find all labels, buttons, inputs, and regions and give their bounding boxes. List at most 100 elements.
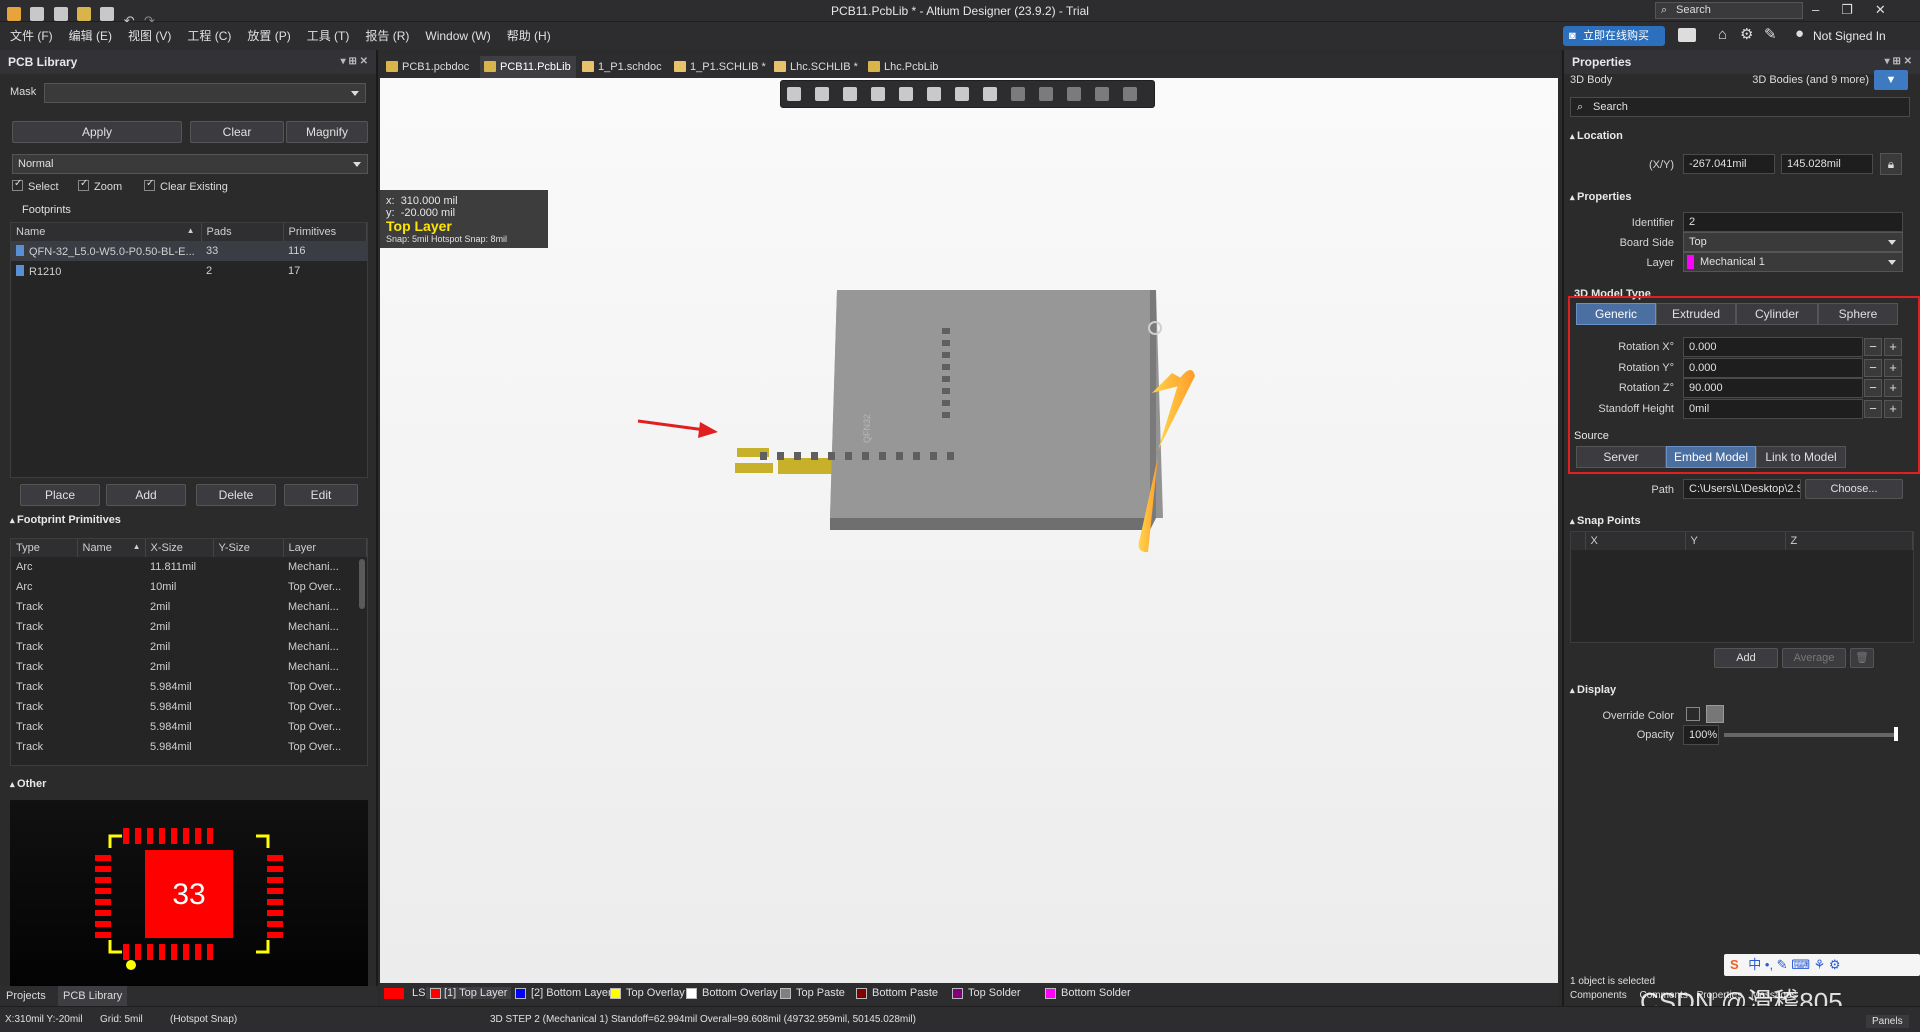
primitive-row[interactable]: Arc 10mil Top Over... xyxy=(11,577,367,597)
menu-item[interactable]: 文件 (F) xyxy=(2,22,61,50)
doc-tab-schdoc[interactable]: 1_P1.schdoc xyxy=(578,56,670,78)
footprint-row[interactable]: R1210 2 17 xyxy=(11,261,367,281)
magnify-button[interactable]: Magnify xyxy=(286,121,368,143)
location-section-title[interactable]: Location xyxy=(1570,130,1623,142)
restore-icon[interactable]: ❐ xyxy=(1841,2,1875,17)
object-filter-summary[interactable]: 3D Bodies (and 9 more) xyxy=(1744,74,1869,86)
menu-item[interactable]: 工程 (C) xyxy=(179,22,239,50)
layer-tab[interactable]: Top Overlay xyxy=(610,987,685,999)
minimize-icon[interactable]: – xyxy=(1812,2,1841,17)
snap-average-button[interactable]: Average xyxy=(1782,648,1846,668)
board-side-select[interactable]: Top xyxy=(1683,232,1903,252)
primitive-row[interactable]: Arc 11.811mil Mechani... xyxy=(11,557,367,577)
source-server[interactable]: Server xyxy=(1576,446,1666,468)
layer-tab[interactable]: LS xyxy=(384,987,425,999)
select-checkbox[interactable]: Select xyxy=(12,178,59,193)
primitive-row[interactable]: Track 2mil Mechani... xyxy=(11,637,367,657)
open-folder-icon[interactable] xyxy=(77,7,92,21)
primitive-row[interactable]: Track 5.984mil Top Over... xyxy=(11,737,367,757)
primitives-col-type[interactable]: Type xyxy=(11,539,78,557)
buy-online-button[interactable]: ◙ 立即在线购买 xyxy=(1563,26,1665,46)
primitives-col-ysize[interactable]: Y-Size xyxy=(213,539,284,557)
primitive-row[interactable]: Track 2mil Mechani... xyxy=(11,597,367,617)
close-icon[interactable]: ✕ xyxy=(1875,2,1908,17)
lock-icon[interactable]: 🔒︎ xyxy=(1880,153,1902,175)
ime-toolbar[interactable]: S 中 •, ✎ ⌨ ⚘ ⚙ xyxy=(1724,954,1920,976)
footprint-row[interactable]: QFN-32_L5.0-W5.0-P0.50-BL-E... 33 116 xyxy=(11,241,367,261)
doc-tab-pcb1[interactable]: PCB1.pcbdoc xyxy=(382,56,478,78)
delete-button[interactable]: Delete xyxy=(196,484,276,506)
identifier-input[interactable]: 2 xyxy=(1683,212,1903,232)
doc-tab-lhc-pcblib[interactable]: Lhc.PcbLib xyxy=(864,56,954,78)
source-embed-model[interactable]: Embed Model xyxy=(1666,446,1756,468)
override-color-swatch[interactable] xyxy=(1706,705,1724,723)
menu-item[interactable]: 编辑 (E) xyxy=(61,22,120,50)
layer-tab[interactable]: Bottom Solder xyxy=(1045,987,1131,999)
save-all-icon[interactable] xyxy=(53,7,68,21)
doc-tab-lhc-schlib[interactable]: Lhc.SCHLIB * xyxy=(770,56,862,78)
apply-button[interactable]: Apply xyxy=(12,121,182,143)
primitives-section-title[interactable]: Footprint Primitives xyxy=(0,510,378,530)
edit-button[interactable]: Edit xyxy=(284,484,358,506)
panel-menu-icon[interactable]: ▾ ⊞ ✕ xyxy=(341,50,368,74)
pcb-3d-canvas[interactable]: x: 310.000 mil y: -20.000 mil Top Layer … xyxy=(380,78,1558,983)
footprints-col-pads[interactable]: Pads xyxy=(201,223,284,241)
layer-tab[interactable]: Top Paste xyxy=(780,987,845,999)
sign-in-status[interactable]: Not Signed In xyxy=(1813,29,1886,43)
clear-existing-checkbox[interactable]: Clear Existing xyxy=(144,178,228,193)
layer-tab[interactable]: Bottom Paste xyxy=(856,987,938,999)
projects-tab[interactable]: Projects xyxy=(6,990,46,1002)
properties-search[interactable]: ⌕ Search xyxy=(1570,97,1910,117)
filter-icon[interactable]: ▼ xyxy=(1874,70,1908,90)
layer-tab[interactable]: Top Solder xyxy=(952,987,1021,999)
properties-section-title[interactable]: Properties xyxy=(1570,191,1631,203)
location-x-input[interactable]: -267.041mil xyxy=(1683,154,1775,174)
snap-add-button[interactable]: Add xyxy=(1714,648,1778,668)
display-title[interactable]: Display xyxy=(1570,684,1616,696)
doc-tab-p1-schlib[interactable]: 1_P1.SCHLIB * xyxy=(670,56,770,78)
global-search[interactable]: ⌕ Search xyxy=(1655,2,1803,19)
tools-icon[interactable]: ✎ xyxy=(1764,25,1777,43)
home-icon[interactable]: ⌂ xyxy=(1718,26,1727,43)
menu-item[interactable]: 放置 (P) xyxy=(239,22,298,50)
primitive-row[interactable]: Track 5.984mil Top Over... xyxy=(11,677,367,697)
primitives-col-name[interactable]: Name ▲ xyxy=(77,539,146,557)
primitives-col-layer[interactable]: Layer xyxy=(283,539,367,557)
opacity-slider-handle[interactable] xyxy=(1894,727,1898,741)
location-y-input[interactable]: 145.028mil xyxy=(1781,154,1873,174)
footprints-col-name[interactable]: Name ▲ xyxy=(11,223,202,241)
primitive-row[interactable]: Track 5.984mil Top Over... xyxy=(11,717,367,737)
opacity-slider[interactable] xyxy=(1724,733,1896,737)
doc-tab-pcb11-pcblib[interactable]: PCB11.PcbLib * xyxy=(480,56,576,95)
open-project-icon[interactable] xyxy=(100,7,115,21)
components-tab[interactable]: Components xyxy=(1570,990,1627,1001)
menu-item[interactable]: 帮助 (H) xyxy=(499,22,559,50)
footprints-col-primitives[interactable]: Primitives xyxy=(283,223,367,241)
primitives-col-xsize[interactable]: X-Size xyxy=(145,539,214,557)
primitives-scrollbar[interactable] xyxy=(359,559,365,609)
snap-points-title[interactable]: Snap Points xyxy=(1570,515,1641,527)
gear-icon[interactable]: ⚙ xyxy=(1740,25,1753,43)
path-input[interactable]: C:\Users\L\Desktop\2.STEF xyxy=(1683,479,1801,499)
snap-delete-icon[interactable]: 🗑︎ xyxy=(1850,648,1874,668)
primitive-row[interactable]: Track 5.984mil Top Over... xyxy=(11,697,367,717)
menu-item[interactable]: 视图 (V) xyxy=(120,22,179,50)
menu-item[interactable]: 报告 (R) xyxy=(357,22,417,50)
clear-button[interactable]: Clear xyxy=(190,121,284,143)
override-color-checkbox[interactable] xyxy=(1686,707,1700,721)
primitive-row[interactable]: Track 2mil Mechani... xyxy=(11,617,367,637)
layer-select[interactable]: Mechanical 1 xyxy=(1683,252,1903,272)
mode-select[interactable]: Normal xyxy=(12,154,368,174)
panels-button[interactable]: Panels xyxy=(1866,1015,1909,1028)
other-section-title[interactable]: Other xyxy=(0,774,378,794)
place-button[interactable]: Place xyxy=(20,484,100,506)
layer-tab[interactable]: [1] Top Layer xyxy=(426,987,512,999)
add-button[interactable]: Add xyxy=(106,484,186,506)
save-icon[interactable] xyxy=(30,7,45,21)
notification-icon[interactable] xyxy=(1678,28,1696,42)
source-link-to-model[interactable]: Link to Model xyxy=(1756,446,1846,468)
choose-button[interactable]: Choose... xyxy=(1805,479,1903,499)
layer-tab[interactable]: [2] Bottom Layer xyxy=(515,987,612,999)
primitive-row[interactable]: Track 2mil Mechani... xyxy=(11,657,367,677)
mask-input[interactable] xyxy=(44,83,366,103)
